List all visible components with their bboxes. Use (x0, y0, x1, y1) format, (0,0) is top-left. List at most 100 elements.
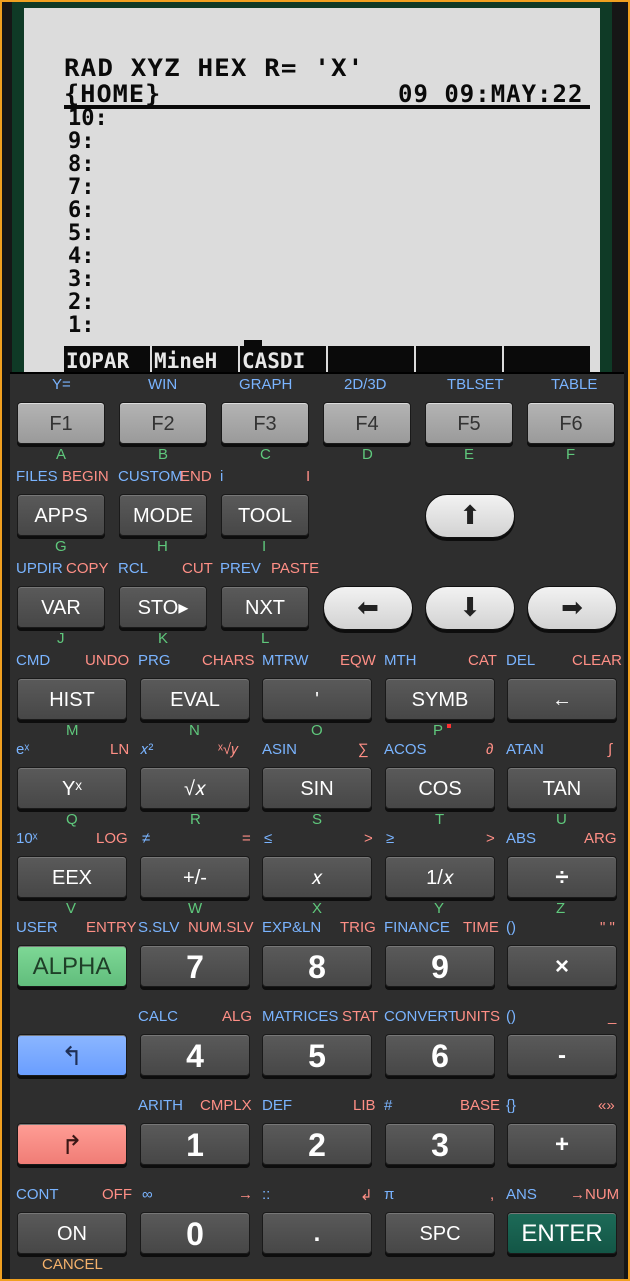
digit-4-key[interactable]: 4 (140, 1034, 250, 1076)
label-entry: ENTRY (86, 919, 137, 936)
sin-key[interactable]: SIN (262, 767, 372, 809)
alpha-x: X (312, 900, 323, 917)
divide-key[interactable]: ÷ (507, 856, 617, 898)
label-tag: :: (262, 1186, 271, 1203)
alpha-key[interactable]: ALPHA (17, 945, 127, 987)
main-key-panel: CMD UNDO PRG CHARS MTRW EQW MTH CAT DEL … (10, 650, 624, 1279)
tool-key[interactable]: TOOL (221, 494, 309, 536)
alpha-k: K (158, 630, 169, 647)
on-key[interactable]: ON (17, 1212, 127, 1254)
label-off: OFF (102, 1186, 132, 1203)
left-arrow-key[interactable]: ⬅ (323, 586, 413, 630)
label-clear: CLEAR (572, 652, 623, 669)
alpha-u: U (556, 811, 567, 828)
alpha-d: D (362, 446, 373, 463)
multiply-key[interactable]: × (507, 945, 617, 987)
digit-1-key[interactable]: 1 (140, 1123, 250, 1165)
label-ans: ANS (506, 1186, 537, 1203)
alpha-s: S (312, 811, 323, 828)
alpha-z: Z (556, 900, 566, 917)
plus-key[interactable]: + (507, 1123, 617, 1165)
quote-key[interactable]: ' (262, 678, 372, 720)
label-custom: CUSTOM (118, 468, 183, 485)
nxt-key[interactable]: NXT (221, 586, 309, 628)
label-mtrw: MTRW (262, 652, 309, 669)
f5-key[interactable]: F5 (425, 402, 513, 444)
label-cmd: CMD (16, 652, 51, 669)
digit-3-key[interactable]: 3 (385, 1123, 495, 1165)
label-units: UNITS (455, 1008, 500, 1025)
backspace-key[interactable]: ← (507, 678, 617, 720)
apps-key[interactable]: APPS (17, 494, 105, 536)
label-underscore: _ (608, 1008, 617, 1025)
digit-9-key[interactable]: 9 (385, 945, 495, 987)
tan-key[interactable]: TAN (507, 767, 617, 809)
symb-key[interactable]: SYMB (385, 678, 495, 720)
f4-key[interactable]: F4 (323, 402, 411, 444)
minus-key[interactable]: - (507, 1034, 617, 1076)
alpha-c: C (260, 446, 271, 463)
label-convert: CONVERT (384, 1008, 458, 1025)
digit-8-key[interactable]: 8 (262, 945, 372, 987)
x-variable-key[interactable]: 𝑥 (262, 856, 372, 898)
eval-key[interactable]: EVAL (140, 678, 250, 720)
label-2d3d: 2D/3D (344, 376, 387, 393)
f6-key[interactable]: F6 (527, 402, 615, 444)
label-prg: PRG (138, 652, 171, 669)
digit-0-key[interactable]: 0 (140, 1212, 250, 1254)
label-quotes: " " (600, 919, 615, 936)
label-acos: ACOS (384, 741, 427, 758)
f2-key[interactable]: F2 (119, 402, 207, 444)
stack-level-7: 7: (68, 175, 95, 200)
label-gt-1: > (364, 830, 373, 847)
stack-level-1: 1: (68, 313, 95, 338)
keypad: Y= WIN GRAPH 2D/3D TBLSET TABLE F1 F2 F3… (10, 372, 624, 1279)
label-tblset: TBLSET (447, 376, 504, 393)
digit-2-key[interactable]: 2 (262, 1123, 372, 1165)
sqrt-key[interactable]: √𝑥 (140, 767, 250, 809)
cos-key[interactable]: COS (385, 767, 495, 809)
alpha-o: O (311, 722, 323, 739)
power-key[interactable]: Yˣ (17, 767, 127, 809)
up-arrow-key[interactable]: ⬆ (425, 494, 515, 538)
f3-key[interactable]: F3 (221, 402, 309, 444)
stack-level-10: 10: (68, 106, 108, 131)
label-cmplx: CMPLX (200, 1097, 252, 1114)
f1-key[interactable]: F1 (17, 402, 105, 444)
enter-key[interactable]: ENTER (507, 1212, 617, 1254)
alpha-r: R (190, 811, 201, 828)
label-arith: ARITH (138, 1097, 183, 1114)
digit-6-key[interactable]: 6 (385, 1034, 495, 1076)
label-cont: CONT (16, 1186, 59, 1203)
label-matrices: MATRICES (262, 1008, 339, 1025)
alpha-y: Y (434, 900, 445, 917)
left-shift-key[interactable]: ↰ (17, 1034, 127, 1076)
right-shift-key[interactable]: ↱ (17, 1123, 127, 1165)
digit-7-key[interactable]: 7 (140, 945, 250, 987)
stack-level-5: 5: (68, 221, 95, 246)
var-key[interactable]: VAR (17, 586, 105, 628)
decimal-point-key[interactable]: . (262, 1212, 372, 1254)
stack-level-6: 6: (68, 198, 95, 223)
label-chars: CHARS (202, 652, 255, 669)
label-alg: ALG (222, 1008, 253, 1025)
label-copy: COPY (66, 560, 109, 577)
sto-key[interactable]: STO▸ (119, 586, 207, 628)
label-xroot: ˣ√𝑦 (218, 741, 239, 758)
right-arrow-key[interactable]: ➡ (527, 586, 617, 630)
plus-minus-key[interactable]: +/- (140, 856, 250, 898)
digit-5-key[interactable]: 5 (262, 1034, 372, 1076)
reciprocal-key[interactable]: 1/𝑥 (385, 856, 495, 898)
label-integral: ∫ (608, 741, 613, 758)
eex-key[interactable]: EEX (17, 856, 127, 898)
label-cancel: CANCEL (42, 1256, 103, 1273)
hist-key[interactable]: HIST (17, 678, 127, 720)
label-numslv: NUM.SLV (188, 919, 254, 936)
space-key[interactable]: SPC (385, 1212, 495, 1254)
label-begin: BEGIN (62, 468, 109, 485)
alpha-h: H (157, 538, 168, 555)
label-infinity: ∞ (142, 1186, 153, 1203)
label-ln: LN (110, 741, 130, 758)
down-arrow-key[interactable]: ⬇ (425, 586, 515, 630)
mode-key[interactable]: MODE (119, 494, 207, 536)
